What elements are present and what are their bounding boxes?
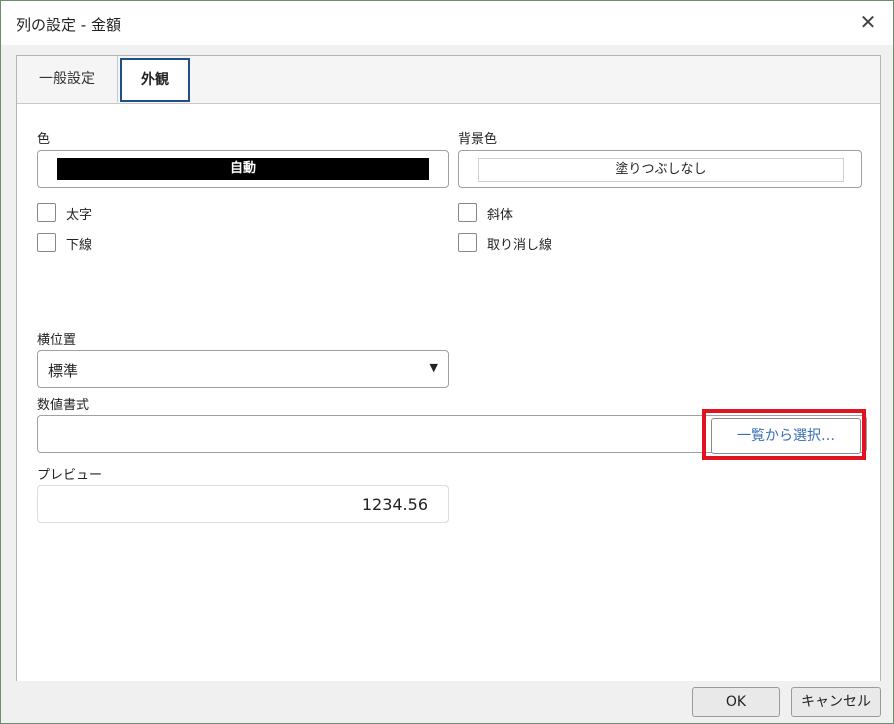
tab-appearance[interactable]: 外観 <box>120 58 190 102</box>
italic-checkbox[interactable] <box>458 203 477 222</box>
color-swatch: 自動 <box>57 158 429 180</box>
color-label: 色 <box>37 132 51 147</box>
strikethrough-checkbox[interactable] <box>458 233 477 252</box>
horizontal-position-label: 横位置 <box>37 333 77 348</box>
underline-label: 下線 <box>66 238 93 253</box>
background-color-label: 背景色 <box>458 132 498 147</box>
preview-value: 1234.56 <box>361 495 428 514</box>
underline-checkbox[interactable] <box>37 233 56 252</box>
background-color-picker[interactable]: 塗りつぶしなし <box>458 150 862 188</box>
cancel-button[interactable]: キャンセル <box>791 687 881 717</box>
bold-checkbox[interactable] <box>37 203 56 222</box>
preview-label: プレビュー <box>37 468 103 483</box>
background-color-swatch: 塗りつぶしなし <box>478 158 844 182</box>
horizontal-position-value: 標準 <box>48 362 79 380</box>
tab-general-settings[interactable]: 一般設定 <box>17 56 118 102</box>
tab-container: 一般設定 外観 色 自動 背景色 塗りつぶしなし 太字 下線 斜体 取り消し線 … <box>16 55 881 681</box>
color-picker[interactable]: 自動 <box>37 150 449 188</box>
strikethrough-label: 取り消し線 <box>487 238 553 253</box>
chevron-down-icon: ▼ <box>429 361 438 374</box>
close-icon[interactable]: ✕ <box>857 11 879 33</box>
preview-field: 1234.56 <box>37 485 449 523</box>
bold-label: 太字 <box>66 208 93 223</box>
select-from-list-button[interactable]: 一覧から選択… <box>711 418 861 454</box>
column-settings-dialog: 列の設定 - 金額 ✕ 一般設定 外観 色 自動 背景色 塗りつぶしなし 太字 … <box>0 0 894 724</box>
ok-button[interactable]: OK <box>692 687 780 717</box>
number-format-label: 数値書式 <box>37 398 90 413</box>
horizontal-position-select[interactable]: 標準 ▼ <box>37 350 449 388</box>
italic-label: 斜体 <box>487 208 514 223</box>
title-bar: 列の設定 - 金額 ✕ <box>1 1 893 45</box>
appearance-panel: 色 自動 背景色 塗りつぶしなし 太字 下線 斜体 取り消し線 横位置 標準 ▼… <box>17 103 880 681</box>
dialog-title: 列の設定 - 金額 <box>16 16 121 34</box>
